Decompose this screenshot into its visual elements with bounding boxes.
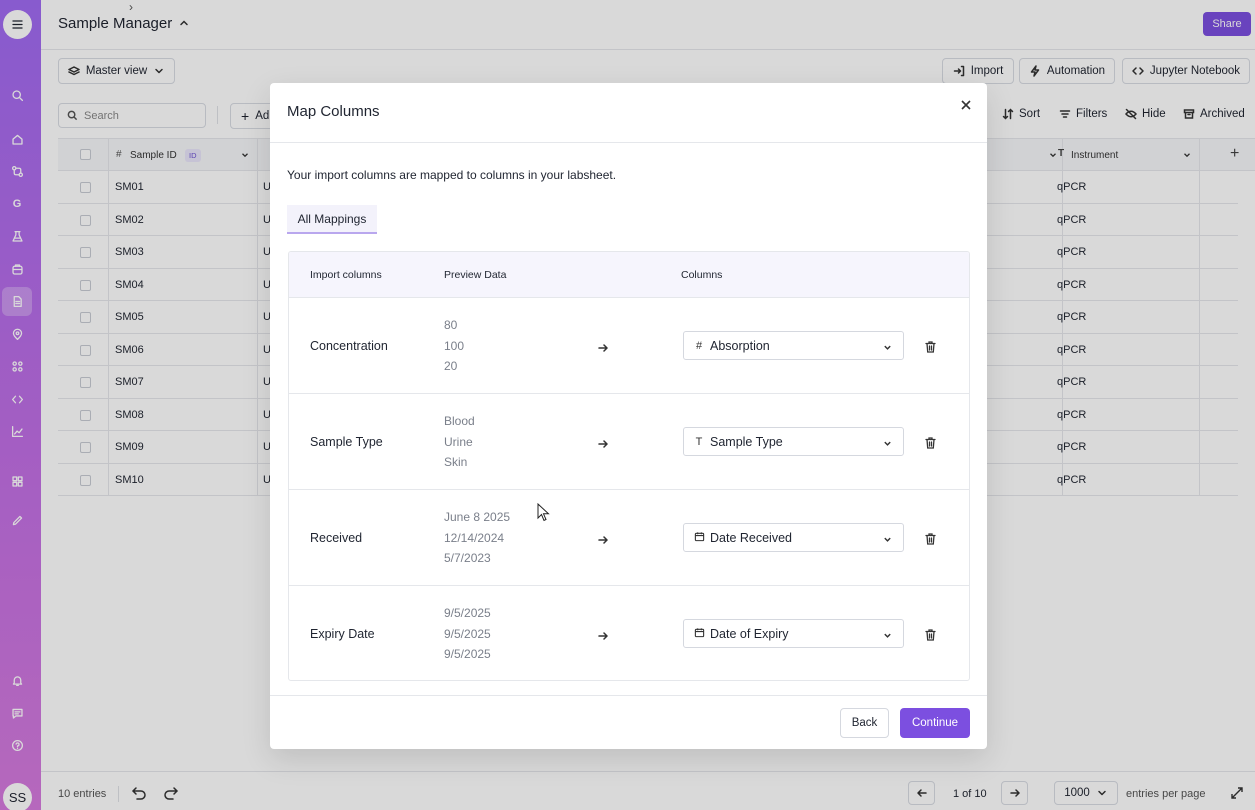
target-column-label: Date of Expiry <box>710 626 789 641</box>
preview-value: Skin <box>444 455 468 470</box>
delete-mapping-button[interactable] <box>925 436 937 449</box>
dialog-title: Map Columns <box>287 103 380 120</box>
close-button[interactable] <box>958 97 974 113</box>
mouse-cursor-icon <box>537 503 550 522</box>
arrow-right-icon <box>598 532 610 544</box>
delete-mapping-button[interactable] <box>925 628 937 641</box>
mapping-row: Received June 8 2025 12/14/2024 5/7/2023 Dat… <box>289 489 969 585</box>
mapping-row: Concentration 80 100 20 # Absorption <box>289 297 969 393</box>
import-column-name: Received <box>310 531 363 545</box>
text-type-icon: T <box>695 435 703 448</box>
mapping-row: Sample Type Blood Urine Skin T Sample Type <box>289 393 969 489</box>
preview-data: 80 100 20 <box>444 315 464 377</box>
import-column-name: Expiry Date <box>310 627 375 641</box>
footer-divider <box>270 695 987 696</box>
preview-value: 9/5/2025 <box>444 626 491 641</box>
preview-value: 9/5/2025 <box>444 606 491 620</box>
chevron-down-icon <box>883 437 893 447</box>
preview-value: Blood <box>444 414 475 428</box>
import-column-name: Sample Type <box>310 435 383 449</box>
preview-data: June 8 2025 12/14/2024 5/7/2023 <box>444 507 510 569</box>
arrow-right-icon <box>598 628 610 640</box>
chevron-down-icon <box>883 533 893 543</box>
header-preview-data: Preview Data <box>444 269 507 281</box>
preview-value: Urine <box>444 434 473 449</box>
tab-all-mappings[interactable]: All Mappings <box>287 205 377 234</box>
header-import-columns: Import columns <box>310 269 382 281</box>
arrow-right-icon <box>598 436 610 448</box>
target-column-select[interactable]: # Absorption <box>683 331 904 360</box>
delete-mapping-button[interactable] <box>925 532 937 545</box>
trash-icon <box>925 629 936 641</box>
preview-value: 9/5/2025 <box>444 647 491 662</box>
continue-button[interactable]: Continue <box>900 708 970 738</box>
header-columns: Columns <box>681 269 723 281</box>
chevron-down-icon <box>883 341 893 351</box>
chevron-down-icon <box>883 629 893 639</box>
target-column-select[interactable]: Date of Expiry <box>683 619 904 648</box>
preview-data: Blood Urine Skin <box>444 411 475 473</box>
calendar-icon <box>693 627 705 641</box>
import-column-name: Concentration <box>310 339 388 353</box>
target-column-select[interactable]: T Sample Type <box>683 427 904 456</box>
calendar-icon <box>693 531 705 545</box>
map-columns-dialog: Map Columns Your import columns are mapp… <box>270 83 987 749</box>
app-root: G SS › Sample Manager Share Master view <box>0 0 1255 810</box>
preview-value: 100 <box>444 338 465 353</box>
close-icon <box>961 100 971 110</box>
trash-icon <box>925 437 936 449</box>
arrow-right-icon <box>598 340 610 352</box>
preview-value: 20 <box>444 359 458 374</box>
mapping-table: Import columns Preview Data Columns Conc… <box>288 251 970 681</box>
preview-value: 5/7/2023 <box>444 551 491 566</box>
target-column-select[interactable]: Date Received <box>683 523 904 552</box>
target-column-label: Date Received <box>710 530 792 545</box>
preview-value: 12/14/2024 <box>444 530 505 545</box>
preview-value: June 8 2025 <box>444 510 511 524</box>
target-column-label: Sample Type <box>710 434 783 449</box>
hash-icon: # <box>695 339 703 352</box>
mapping-row: Expiry Date 9/5/2025 9/5/2025 9/5/2025 Date … <box>289 585 969 680</box>
trash-icon <box>925 341 936 353</box>
preview-data: 9/5/2025 9/5/2025 9/5/2025 <box>444 603 491 665</box>
dialog-description: Your import columns are mapped to column… <box>287 168 617 182</box>
back-button[interactable]: Back <box>840 708 889 738</box>
delete-mapping-button[interactable] <box>925 340 937 353</box>
trash-icon <box>925 533 936 545</box>
preview-value: 80 <box>444 318 458 332</box>
mapping-table-header: Import columns Preview Data Columns <box>289 252 969 297</box>
header-divider <box>270 142 987 143</box>
target-column-label: Absorption <box>710 338 770 353</box>
